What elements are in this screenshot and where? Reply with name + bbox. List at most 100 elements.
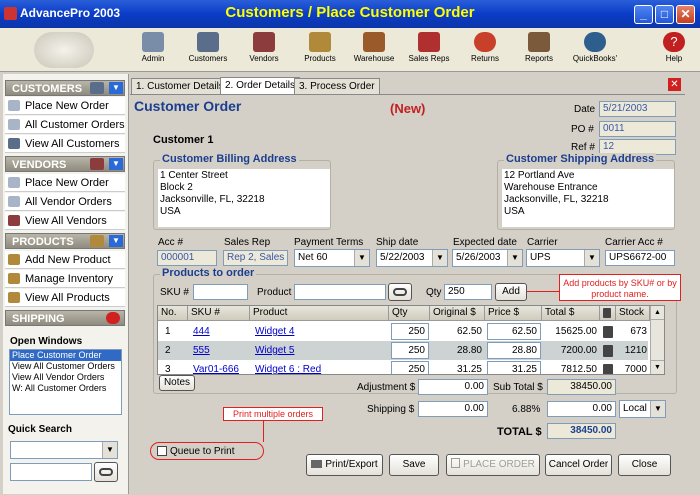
toolbar-quickbooks-button[interactable]: QuickBooks': [570, 30, 620, 70]
po-field[interactable]: 0011: [599, 121, 676, 137]
sidebar-item-view-all-vendors[interactable]: View All Vendors: [5, 212, 125, 230]
inventory-icon: [8, 273, 20, 284]
trash-icon[interactable]: [603, 364, 613, 374]
chevron-down-icon[interactable]: ▼: [109, 82, 123, 94]
quick-search-type-select[interactable]: ▼: [10, 441, 118, 459]
product-search-button[interactable]: [388, 283, 412, 301]
column-header-product[interactable]: Product: [250, 306, 389, 321]
column-header-price[interactable]: Price $: [485, 306, 542, 321]
window-title: Customers / Place Customer Order: [225, 4, 475, 21]
payment-terms-select[interactable]: Net 60 ▼: [294, 249, 370, 267]
quick-search-button[interactable]: [94, 462, 118, 482]
close-button[interactable]: Close: [618, 454, 671, 476]
tab-customer-details[interactable]: 1. Customer Details: [131, 78, 229, 94]
trash-icon[interactable]: [603, 326, 613, 338]
sidebar-item-all-vendor-orders[interactable]: All Vendor Orders: [5, 193, 125, 211]
toolbar-vendors-button[interactable]: Vendors: [242, 30, 286, 70]
sidebar-item-add-new-product[interactable]: Add New Product: [5, 251, 125, 269]
column-header-no[interactable]: No.: [158, 306, 188, 321]
tab-process-order[interactable]: 3. Process Order: [294, 78, 380, 94]
tab-order-details[interactable]: 2. Order Details: [220, 77, 301, 95]
table-scrollbar[interactable]: ▲ ▼: [650, 306, 664, 374]
returns-icon: [474, 32, 496, 52]
table-row[interactable]: 1 444 Widget 4 250 62.50 62.50 15625.00 …: [158, 322, 648, 341]
open-window-item[interactable]: View All Customer Orders: [10, 361, 121, 372]
toolbar-reports-button[interactable]: Reports: [518, 30, 560, 70]
maximize-button[interactable]: □: [655, 5, 674, 24]
tax-field[interactable]: 0.00: [547, 401, 616, 417]
open-window-item[interactable]: Place Customer Order: [10, 350, 121, 361]
minimize-button[interactable]: _: [634, 5, 653, 24]
toolbar-sales-reps-button[interactable]: Sales Reps: [406, 30, 452, 70]
save-button[interactable]: Save: [389, 454, 439, 476]
cancel-order-button[interactable]: Cancel Order: [545, 454, 612, 476]
carrier-select[interactable]: UPS ▼: [526, 249, 600, 267]
carrier-acc-field[interactable]: UPS6672-00: [605, 250, 675, 266]
column-header-qty[interactable]: Qty: [389, 306, 430, 321]
sidebar-section-products[interactable]: PRODUCTS ▼: [5, 233, 125, 249]
place-order-button[interactable]: PLACE ORDER: [446, 454, 540, 476]
scroll-down-icon[interactable]: ▼: [651, 360, 664, 374]
close-icon[interactable]: ✕: [668, 78, 681, 91]
queue-to-print-checkbox[interactable]: [157, 446, 167, 456]
quick-search-input[interactable]: [10, 463, 92, 481]
shipping-label: Shipping $: [367, 404, 415, 415]
tax-scope-select[interactable]: Local ▼: [619, 400, 666, 418]
sku-input[interactable]: [193, 284, 248, 300]
toolbar-products-button[interactable]: Products: [298, 30, 342, 70]
column-header-total[interactable]: Total $: [542, 306, 600, 321]
title-bar: AdvancePro 2003 Customers / Place Custom…: [0, 0, 700, 28]
add-product-button[interactable]: Add: [495, 283, 527, 301]
toolbar-help-button[interactable]: ? Help: [660, 30, 688, 70]
sales-rep-field[interactable]: Rep 2, Sales: [223, 250, 288, 266]
acc-field[interactable]: 000001: [157, 250, 217, 266]
quick-search-title: Quick Search: [8, 424, 72, 435]
column-header-original[interactable]: Original $: [430, 306, 485, 321]
sidebar-item-view-all-customers[interactable]: View All Customers: [5, 135, 125, 153]
shipping-field[interactable]: 0.00: [418, 401, 488, 417]
logo-icon: [34, 32, 94, 68]
notes-button[interactable]: Notes: [159, 375, 195, 391]
close-window-button[interactable]: ✕: [676, 5, 695, 24]
order-status: (New): [390, 101, 426, 116]
sidebar-item-view-all-products[interactable]: View All Products: [5, 289, 125, 307]
admin-icon: [142, 32, 164, 52]
sidebar-section-customers[interactable]: CUSTOMERS ▼: [5, 80, 125, 96]
scroll-up-icon[interactable]: ▲: [651, 306, 664, 320]
toolbar-warehouse-button[interactable]: Warehouse: [351, 30, 397, 70]
pushpin-icon[interactable]: [106, 312, 120, 324]
column-header-sku[interactable]: SKU #: [188, 306, 250, 321]
print-export-button[interactable]: Print/Export: [306, 454, 383, 476]
billing-address-field[interactable]: 1 Center Street Block 2 Jacksonville, FL…: [158, 169, 330, 227]
open-window-item[interactable]: View All Vendor Orders: [10, 372, 121, 383]
table-row[interactable]: 2 555 Widget 5 250 28.80 28.80 7200.00 1…: [158, 341, 648, 360]
sidebar-section-vendors[interactable]: VENDORS ▼: [5, 156, 125, 172]
trash-icon[interactable]: [603, 345, 613, 357]
search-icon: [99, 468, 113, 476]
sidebar-item-vendor-place-new-order[interactable]: Place New Order: [5, 174, 125, 192]
sidebar-item-all-customer-orders[interactable]: All Customer Orders: [5, 116, 125, 134]
ref-label: Ref #: [571, 142, 595, 153]
toolbar-returns-button[interactable]: Returns: [464, 30, 506, 70]
sidebar-item-manage-inventory[interactable]: Manage Inventory: [5, 270, 125, 288]
toolbar-admin-button[interactable]: Admin: [133, 30, 173, 70]
quickbooks-icon: [584, 32, 606, 52]
column-header-stock[interactable]: Stock: [616, 306, 650, 321]
adjustment-field[interactable]: 0.00: [418, 379, 488, 395]
expected-date-select[interactable]: 5/26/2003 ▼: [452, 249, 523, 267]
qty-input[interactable]: 250: [444, 284, 492, 300]
date-field[interactable]: 5/21/2003: [599, 101, 676, 117]
sidebar-section-shipping[interactable]: SHIPPING: [5, 310, 125, 326]
chevron-down-icon[interactable]: ▼: [109, 158, 123, 170]
open-window-item[interactable]: W: All Customer Orders: [10, 383, 121, 394]
ship-date-select[interactable]: 5/22/2003 ▼: [376, 249, 448, 267]
shipping-address-field[interactable]: 12 Portland Ave Warehouse Entrance Jacks…: [502, 169, 674, 227]
date-label: Date: [574, 104, 596, 115]
product-input[interactable]: [294, 284, 386, 300]
table-row[interactable]: 3 Var01-666 Widget 6 : Red 250 31.25 31.…: [158, 360, 648, 374]
toolbar-customers-button[interactable]: Customers: [186, 30, 230, 70]
sidebar-item-place-new-order[interactable]: Place New Order: [5, 97, 125, 115]
products-icon: [8, 292, 20, 303]
chevron-down-icon[interactable]: ▼: [109, 235, 123, 247]
subtotal-field: 38450.00: [547, 379, 616, 395]
